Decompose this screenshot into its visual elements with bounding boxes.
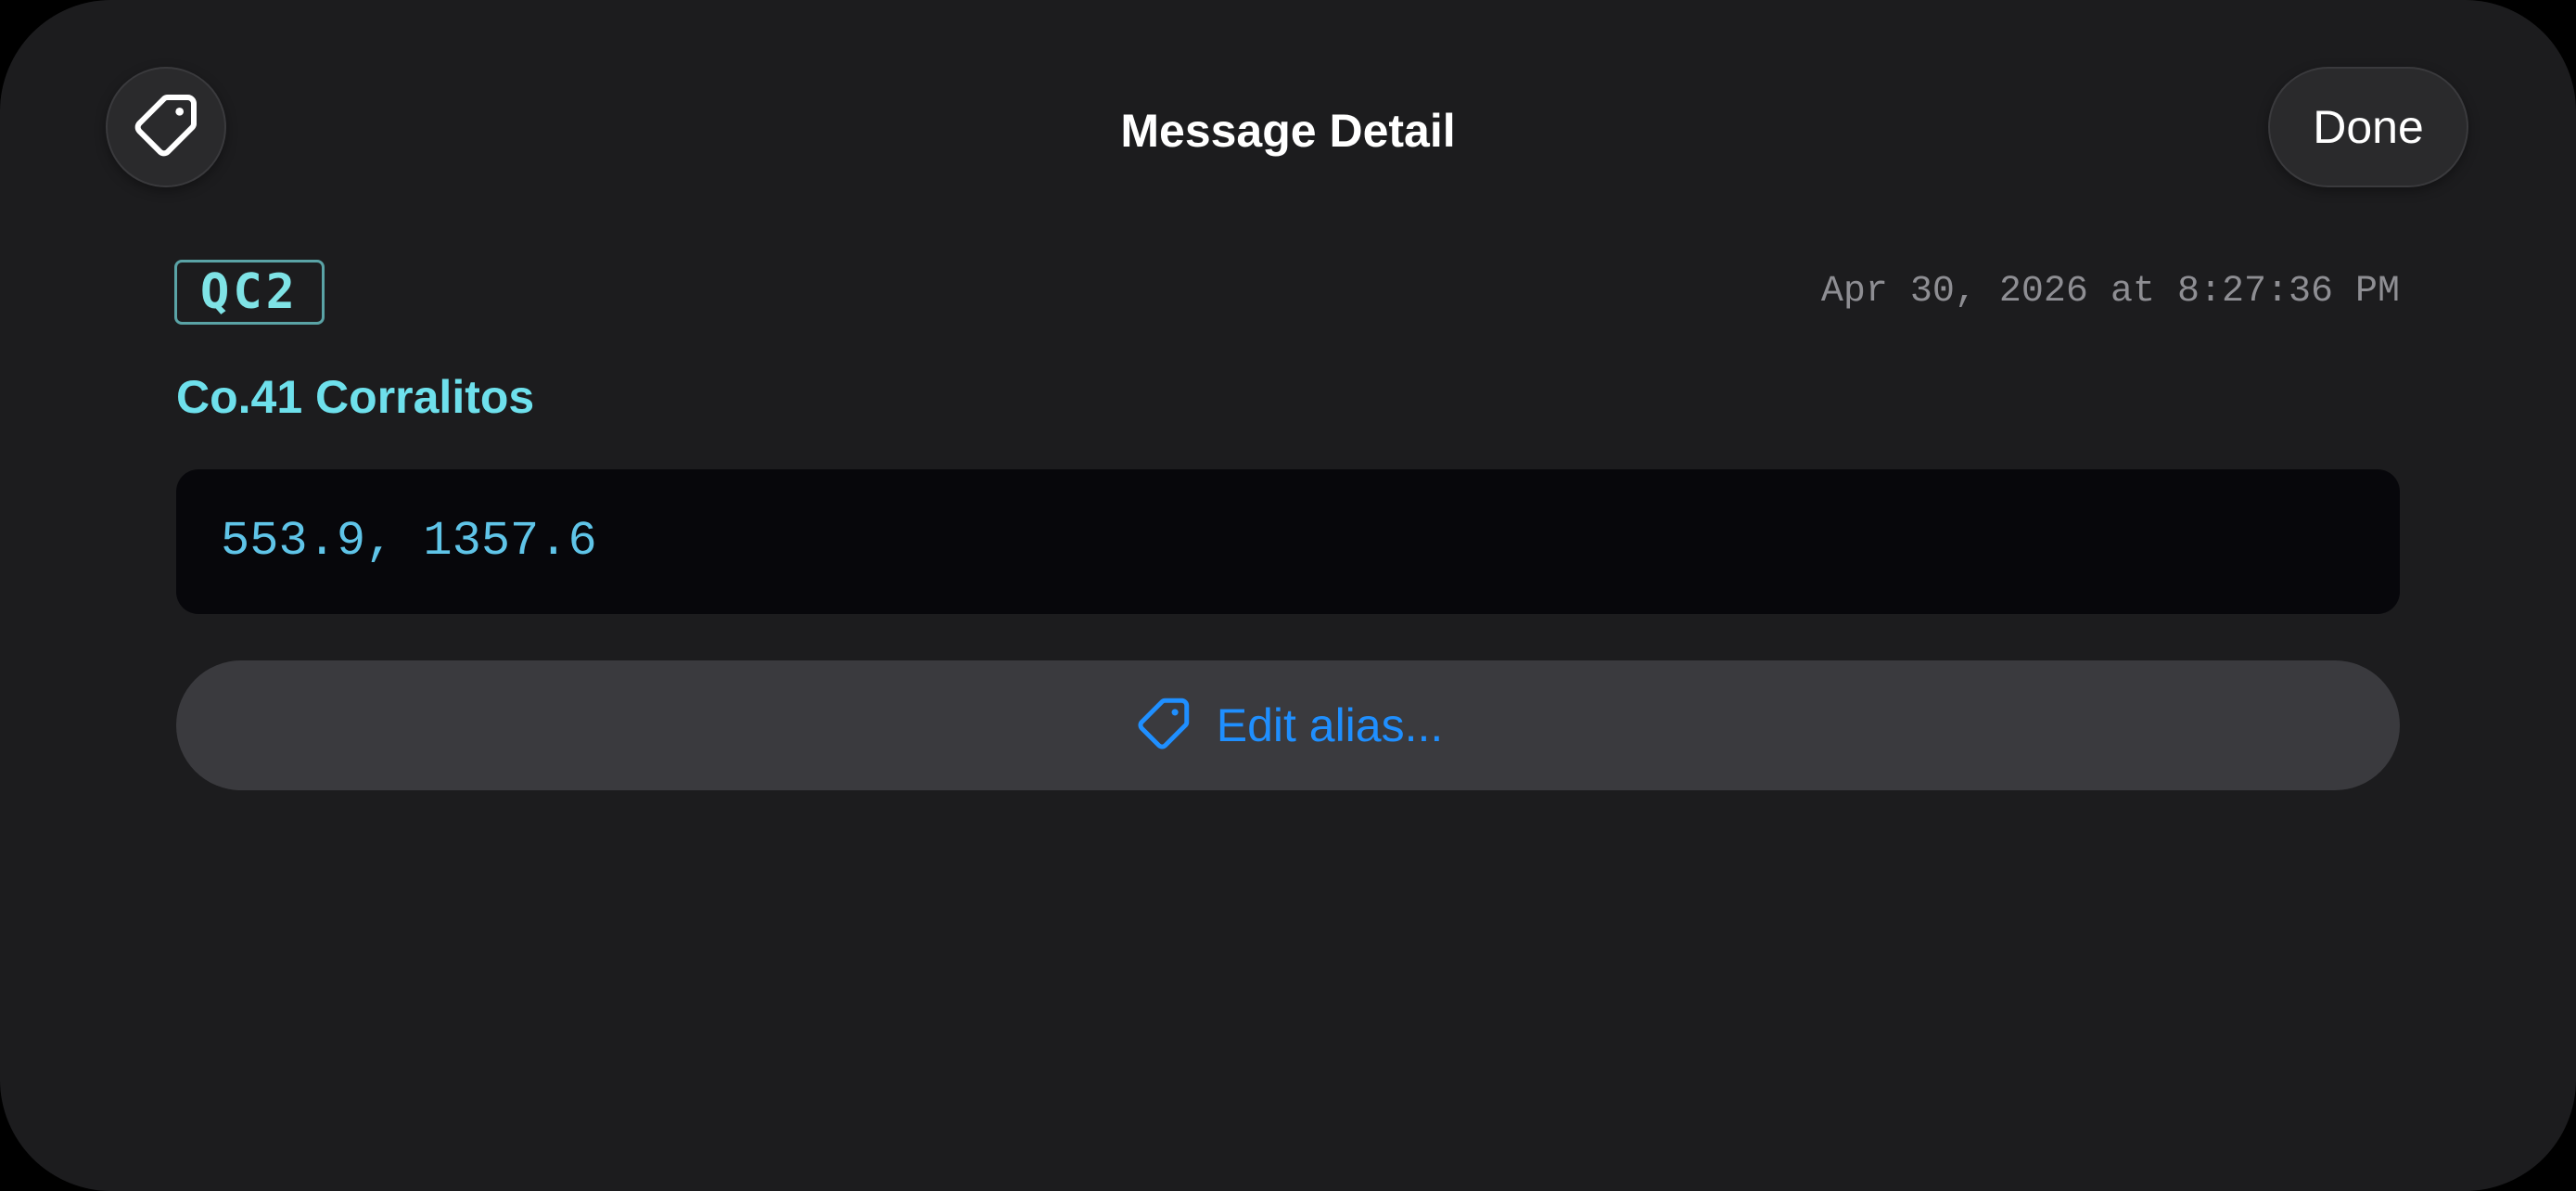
message-payload-text: 553.9, 1357.6 [221, 514, 597, 569]
edit-alias-button[interactable]: Edit alias... [176, 660, 2400, 790]
message-detail-sheet: Message Detail Done QC2 Apr 30, 2026 at … [0, 0, 2576, 1191]
done-button[interactable]: Done [2268, 67, 2468, 187]
message-timestamp: Apr 30, 2026 at 8:27:36 PM [1820, 271, 2400, 313]
page-title: Message Detail [1120, 105, 1456, 157]
message-payload-box: 553.9, 1357.6 [176, 469, 2400, 614]
message-type-badge: QC2 [174, 260, 325, 325]
tag-icon [1133, 693, 1194, 759]
sender-alias: Co.41 Corralitos [176, 371, 535, 423]
edit-alias-label: Edit alias... [1216, 699, 1444, 751]
